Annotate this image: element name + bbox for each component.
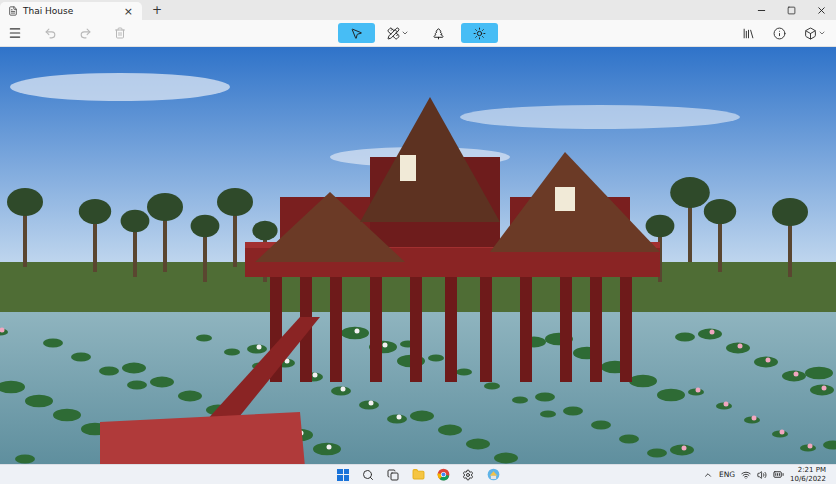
trash-icon — [114, 27, 126, 39]
viewport[interactable] — [0, 47, 836, 464]
task-view-button[interactable] — [386, 467, 401, 482]
redo-button[interactable] — [77, 25, 94, 42]
speaker-icon[interactable] — [757, 470, 767, 480]
chevron-up-icon[interactable] — [703, 470, 713, 480]
undo-button[interactable] — [42, 25, 59, 42]
tool-button[interactable] — [461, 23, 498, 43]
sun-icon — [473, 27, 486, 40]
pointer-icon — [350, 27, 363, 40]
settings-button[interactable] — [461, 467, 476, 482]
tool-button[interactable] — [420, 23, 457, 43]
tab-close-button[interactable]: × — [121, 6, 136, 17]
start-button[interactable] — [336, 467, 351, 482]
undo-icon — [44, 27, 57, 40]
menu-icon — [8, 26, 22, 40]
close-icon — [816, 5, 827, 16]
tool-button[interactable] — [379, 23, 416, 43]
app-window: Thai House × + ENG 2:21 PM10/6/2022 — [0, 0, 836, 484]
windows-logo-icon — [337, 469, 349, 481]
new-tab-button[interactable]: + — [142, 4, 172, 16]
toolbar-button[interactable] — [802, 25, 828, 42]
close-button[interactable] — [806, 5, 836, 16]
file-explorer-button[interactable] — [411, 467, 426, 482]
tool-button[interactable] — [338, 23, 375, 43]
minimize-icon — [756, 5, 767, 16]
chrome-icon — [437, 468, 450, 481]
library-icon — [742, 27, 755, 40]
document-tab[interactable]: Thai House × — [0, 2, 142, 20]
toolbar — [0, 20, 836, 47]
language-indicator[interactable]: ENG — [719, 470, 735, 479]
maximize-icon — [787, 6, 796, 15]
build-icon — [387, 27, 400, 40]
task-view-icon — [387, 469, 399, 481]
toolbar-button[interactable] — [771, 25, 788, 42]
wifi-icon[interactable] — [741, 470, 751, 480]
title-bar: Thai House × + — [0, 0, 836, 20]
window-controls — [746, 0, 836, 20]
cube-icon — [804, 27, 817, 40]
chrome-button[interactable] — [436, 467, 451, 482]
redo-icon — [79, 27, 92, 40]
clock[interactable]: 2:21 PM10/6/2022 — [790, 466, 826, 483]
minimize-button[interactable] — [746, 5, 776, 16]
app-icon — [487, 468, 500, 481]
tab-title: Thai House — [23, 6, 116, 16]
tool-group — [338, 23, 498, 43]
system-tray: ENG 2:21 PM10/6/2022 — [501, 466, 836, 483]
maximize-button[interactable] — [776, 6, 806, 15]
3d-scene[interactable] — [0, 47, 836, 464]
battery-icon[interactable] — [773, 469, 784, 480]
chevron-down-icon — [818, 29, 826, 37]
delete-button[interactable] — [112, 25, 128, 41]
info-icon — [773, 27, 786, 40]
search-icon — [362, 469, 374, 481]
app-button[interactable] — [486, 467, 501, 482]
settings-icon — [462, 469, 474, 481]
chevron-down-icon — [401, 29, 409, 37]
document-icon — [8, 6, 18, 16]
menu-button[interactable] — [6, 24, 24, 42]
folder-icon — [412, 468, 425, 481]
search-button[interactable] — [361, 467, 376, 482]
taskbar: ENG 2:21 PM10/6/2022 — [0, 464, 836, 484]
toolbar-button[interactable] — [740, 25, 757, 42]
tree-icon — [432, 27, 445, 40]
